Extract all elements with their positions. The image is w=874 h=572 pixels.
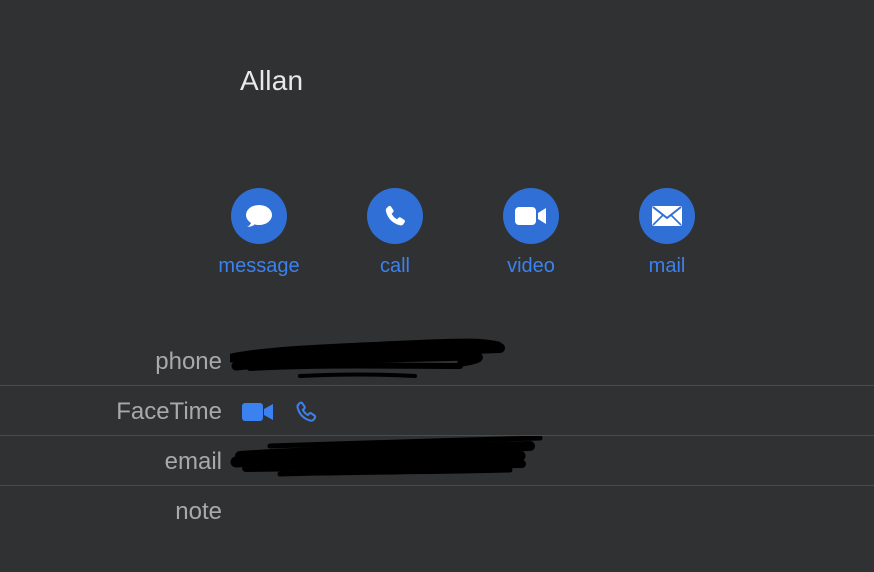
note-row: note: [0, 486, 874, 536]
video-button[interactable]: [503, 188, 559, 244]
facetime-row: FaceTime: [0, 386, 874, 436]
facetime-actions: [242, 400, 318, 424]
note-label: note: [175, 498, 222, 525]
call-action[interactable]: call: [335, 188, 455, 278]
email-value-redacted[interactable]: [230, 435, 550, 486]
call-button[interactable]: [367, 188, 423, 244]
message-button[interactable]: [231, 188, 287, 244]
facetime-label: FaceTime: [116, 398, 222, 425]
contact-name: Allan: [240, 65, 304, 96]
mail-button[interactable]: [639, 188, 695, 244]
redaction-scribble: [227, 338, 505, 378]
message-action[interactable]: message: [199, 188, 319, 278]
contact-actions: message call video mail: [0, 188, 874, 288]
phone-value-redacted[interactable]: [227, 336, 520, 386]
phone-row: phone: [0, 336, 874, 386]
contact-card: Allan message call video mail phone Face…: [0, 0, 874, 572]
contact-fields: phone FaceTime email note: [0, 336, 874, 536]
facetime-video-icon[interactable]: [242, 402, 274, 422]
video-camera-icon: [514, 205, 548, 227]
call-label[interactable]: call: [335, 254, 455, 278]
message-bubble-icon: [244, 202, 274, 230]
mail-label[interactable]: mail: [607, 254, 727, 278]
phone-label: phone: [155, 348, 222, 375]
email-row: email: [0, 435, 874, 486]
phone-icon: [382, 203, 408, 229]
redaction-scribble: [230, 435, 543, 477]
envelope-icon: [651, 205, 683, 227]
message-label[interactable]: message: [199, 254, 319, 278]
note-field[interactable]: [230, 486, 830, 536]
video-label[interactable]: video: [471, 254, 591, 278]
mail-action[interactable]: mail: [607, 188, 727, 278]
email-label: email: [164, 448, 222, 475]
video-action[interactable]: video: [471, 188, 591, 278]
facetime-phone-icon[interactable]: [294, 400, 318, 424]
